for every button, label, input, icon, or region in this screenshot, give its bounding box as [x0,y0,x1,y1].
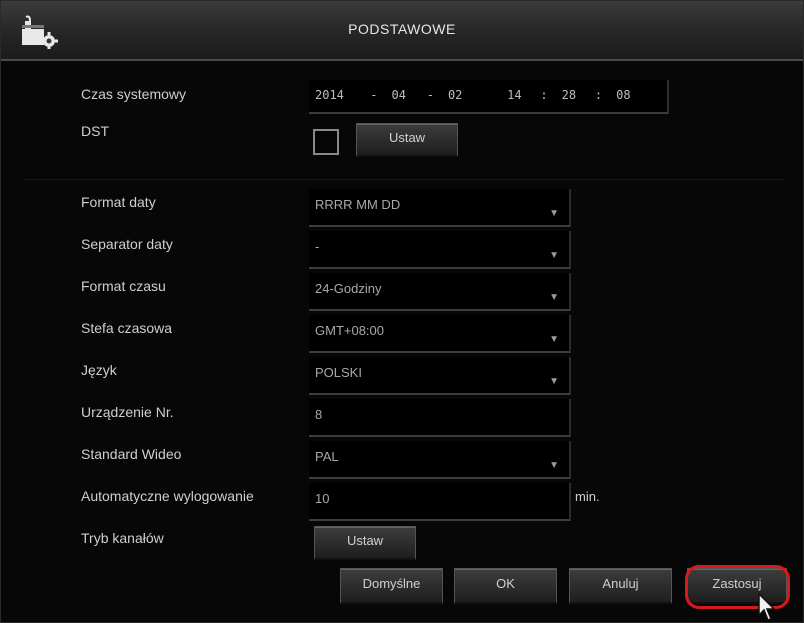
channel-mode-label: Tryb kanałów [81,530,164,546]
minute-field[interactable]: 28 [562,88,588,102]
date-format-select[interactable]: RRRR MM DD ▼ [309,189,571,227]
time-format-label: Format czasu [81,278,166,294]
time-sep: : [594,88,603,102]
second-field[interactable]: 08 [616,88,642,102]
video-standard-label: Standard Wideo [81,446,182,462]
system-time-field[interactable]: 2014 - 04 - 02 14 : 28 : 08 [309,80,669,114]
date-sep: - [370,88,378,102]
settings-window: PODSTAWOWE Czas systemowy 2014 - 04 - 02… [0,0,804,623]
auto-logout-value: 10 [315,491,330,506]
date-sep: - [426,88,434,102]
title-bar: PODSTAWOWE [1,1,803,61]
time-zone-value: GMT+08:00 [315,323,385,338]
dst-set-button[interactable]: Ustaw [356,123,458,157]
time-format-value: 24-Godziny [315,281,382,296]
window-title: PODSTAWOWE [348,21,456,37]
date-separator-value: - [315,239,320,254]
system-time-label: Czas systemowy [81,86,187,102]
video-standard-select[interactable]: PAL ▼ [309,441,571,479]
triangle-down-icon: ▼ [549,292,559,303]
language-select[interactable]: POLSKI ▼ [309,357,571,395]
device-number-value: 8 [315,407,323,422]
year-field[interactable]: 2014 [315,88,363,102]
dst-label: DST [81,123,109,139]
auto-logout-unit: min. [575,489,600,504]
channel-mode-set-button[interactable]: Ustaw [314,526,416,560]
default-button[interactable]: Domyślne [340,568,443,604]
video-standard-value: PAL [315,449,339,464]
auto-logout-label: Automatyczne wylogowanie [81,488,254,504]
dst-checkbox[interactable] [313,129,339,155]
date-separator-label: Separator daty [81,236,173,252]
section-divider [23,179,783,180]
date-separator-select[interactable]: - ▼ [309,231,571,269]
month-field[interactable]: 04 [391,88,419,102]
triangle-down-icon: ▼ [549,250,559,261]
date-format-label: Format daty [81,194,156,210]
day-field[interactable]: 02 [448,88,500,102]
hour-field[interactable]: 14 [507,88,533,102]
triangle-down-icon: ▼ [549,460,559,471]
auto-logout-input[interactable]: 10 [309,483,571,521]
time-sep: : [540,88,548,102]
triangle-down-icon: ▼ [549,208,559,219]
time-zone-label: Stefa czasowa [81,320,173,336]
ok-button[interactable]: OK [454,568,557,604]
device-number-input[interactable]: 8 [309,399,571,437]
triangle-down-icon: ▼ [549,376,559,387]
time-zone-select[interactable]: GMT+08:00 ▼ [309,315,571,353]
mouse-pointer-icon [758,593,776,621]
language-value: POLSKI [315,365,362,380]
cancel-button[interactable]: Anuluj [569,568,672,604]
triangle-down-icon: ▼ [549,334,559,345]
device-number-label: Urządzenie Nr. [81,404,174,420]
date-format-value: RRRR MM DD [315,197,401,212]
language-label: Język [81,362,117,378]
time-format-select[interactable]: 24-Godziny ▼ [309,273,571,311]
